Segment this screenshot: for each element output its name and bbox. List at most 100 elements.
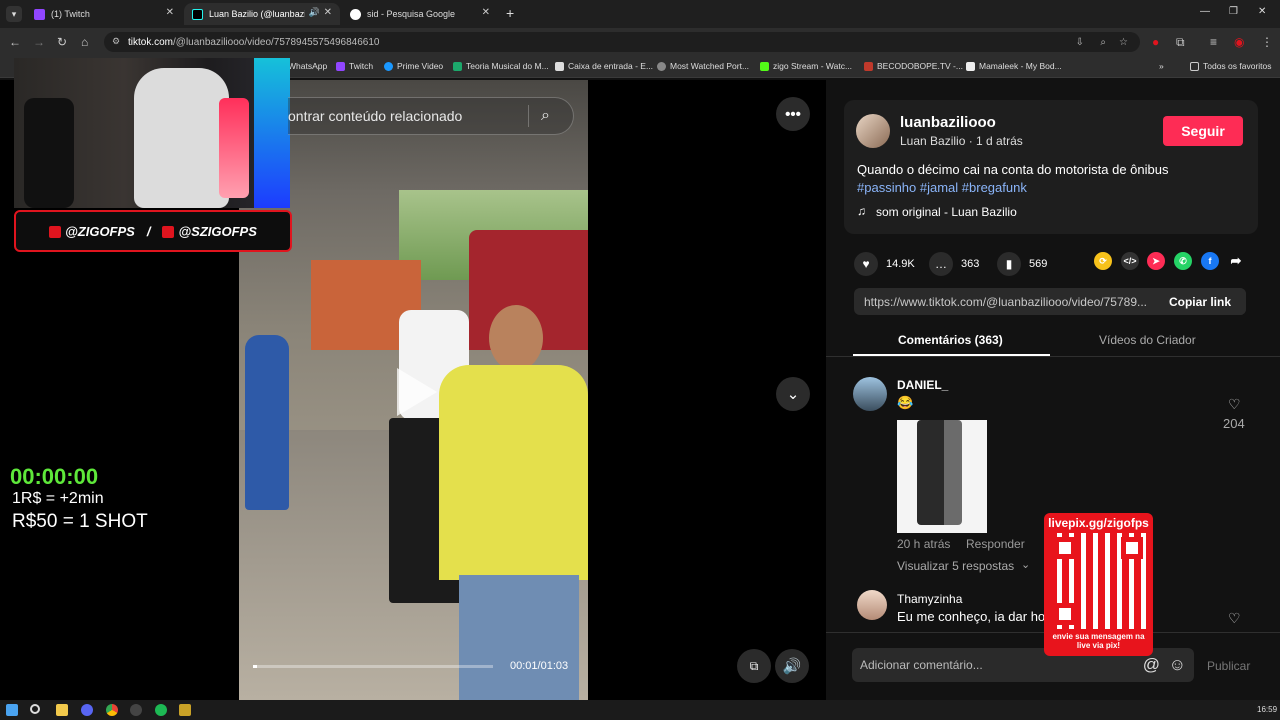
zoom-icon[interactable]: ⌕ <box>1100 37 1106 48</box>
volume-button[interactable]: 🔊 <box>775 649 809 683</box>
commenter-name[interactable]: DANIEL_ <box>897 378 948 392</box>
view-replies-button[interactable]: Visualizar 5 respostas <box>897 559 1014 573</box>
emoji-icon[interactable]: ☺ <box>1169 655 1186 675</box>
share-icon[interactable]: ➦ <box>1227 252 1245 270</box>
bookmark-icon: ▮ <box>997 252 1021 276</box>
speaker-icon[interactable]: 🔊 <box>309 7 320 18</box>
gaming-chair <box>24 98 74 208</box>
twitch-icon <box>34 8 45 20</box>
discord-icon[interactable] <box>81 704 93 716</box>
install-icon[interactable]: ⇩ <box>1076 37 1084 48</box>
bookmark-teoria-musical[interactable]: Teoria Musical do M... <box>453 61 549 71</box>
extension-red-icon[interactable]: ● <box>1152 35 1159 49</box>
bookmark-mamaleek[interactable]: Mamaleek - My Bod... <box>966 61 1062 71</box>
mention-icon[interactable]: @ <box>1143 655 1160 675</box>
windows-start-icon[interactable] <box>6 704 18 716</box>
search-divider <box>528 105 529 127</box>
close-window-icon[interactable]: ✕ <box>1258 6 1266 17</box>
new-tab-button[interactable]: + <box>506 5 514 21</box>
url-path: /@luanbaziliooo/video/757894557549684661… <box>173 36 380 48</box>
qr-corner <box>1054 603 1076 625</box>
all-bookmarks[interactable]: Todos os favoritos <box>1190 61 1272 71</box>
progress-track[interactable] <box>253 665 493 668</box>
post-sound[interactable]: som original - Luan Bazilio <box>876 205 1017 219</box>
floating-player-button[interactable]: ⧉ <box>737 649 771 683</box>
forward-icon[interactable]: → <box>33 35 45 49</box>
like-action[interactable]: ♥ 14.9K <box>854 252 915 276</box>
led-light <box>219 98 249 198</box>
tab-google[interactable]: sid - Pesquisa Google ✕ <box>342 3 498 25</box>
facebook-icon[interactable]: f <box>1201 252 1219 270</box>
send-icon[interactable]: ➤ <box>1147 252 1165 270</box>
bookmarks-overflow-icon[interactable]: » <box>1159 61 1164 71</box>
profile-avatar-icon[interactable]: ◉ <box>1234 35 1244 49</box>
twitch-icon <box>336 61 345 71</box>
spotify-icon[interactable] <box>155 704 167 716</box>
back-icon[interactable]: ← <box>9 35 21 49</box>
copy-link-button[interactable]: Copiar link <box>1154 288 1246 315</box>
media-control-icon[interactable]: ≡ <box>1210 35 1217 49</box>
chevron-down-icon[interactable]: ⌄ <box>1021 558 1030 571</box>
commenter-avatar[interactable] <box>853 377 887 411</box>
bookmark-prime-video[interactable]: Prime Video <box>384 61 443 71</box>
file-explorer-icon[interactable] <box>56 704 68 716</box>
mail-icon <box>555 61 564 71</box>
tab-comments[interactable]: Comentários (363) <box>898 333 1003 347</box>
tab-tiktok[interactable]: Luan Bazilio (@luanbazilio 🔊 ✕ <box>184 3 340 25</box>
repost-icon[interactable]: ⟳ <box>1094 252 1112 270</box>
minimize-icon[interactable]: — <box>1200 6 1210 17</box>
search-related[interactable]: ontrar conteúdo relacionado ⌕ <box>288 97 574 135</box>
post-hashtags[interactable]: #passinho #jamal #bregafunk <box>857 180 1027 195</box>
obs-icon[interactable] <box>130 704 142 716</box>
share-link-box[interactable]: https://www.tiktok.com/@luanbaziliooo/vi… <box>854 288 1246 315</box>
qr-corner <box>1121 537 1143 559</box>
bookmark-most-watched[interactable]: Most Watched Port... <box>657 61 749 71</box>
tab-twitch[interactable]: (1) Twitch ✕ <box>26 3 182 25</box>
home-icon[interactable]: ⌂ <box>81 35 88 49</box>
search-icon[interactable] <box>30 704 40 714</box>
search-input[interactable]: ontrar conteúdo relacionado <box>288 108 528 124</box>
bookmark-zigo-stream[interactable]: zigo Stream - Watc... <box>760 61 852 71</box>
commenter-avatar[interactable] <box>857 590 887 620</box>
star-icon[interactable]: ☆ <box>1119 37 1128 48</box>
embed-icon[interactable]: </> <box>1121 252 1139 270</box>
tab-search-button[interactable]: ▾ <box>6 6 22 22</box>
donation-rule-shot: R$50 = 1 SHOT <box>12 511 148 532</box>
address-bar[interactable]: ⚙ tiktok.com/@luanbaziliooo/video/757894… <box>104 32 1140 52</box>
comment-like-icon[interactable]: ♡ <box>1228 610 1241 627</box>
app-icon[interactable] <box>179 704 191 716</box>
more-options-button[interactable]: ••• <box>776 97 810 131</box>
site-info-icon[interactable]: ⚙ <box>112 36 120 47</box>
restore-icon[interactable]: ❐ <box>1229 6 1238 17</box>
author-username[interactable]: luanbaziliooo <box>900 114 996 131</box>
next-video-button[interactable]: ⌄ <box>776 377 810 411</box>
chrome-icon[interactable] <box>106 704 118 716</box>
reply-button[interactable]: Responder <box>966 537 1025 551</box>
tiktok-icon <box>192 8 203 20</box>
video-player[interactable]: 00:01/01:03 <box>239 80 588 700</box>
close-icon[interactable]: ✕ <box>324 7 332 18</box>
bookmark-twitch[interactable]: Twitch <box>336 61 373 71</box>
play-button-icon[interactable] <box>397 368 437 416</box>
bookmark-caixa-entrada[interactable]: Caixa de entrada - E... <box>555 61 653 71</box>
menu-icon[interactable]: ⋮ <box>1261 35 1273 49</box>
save-action[interactable]: ▮ 569 <box>997 252 1047 276</box>
search-icon[interactable]: ⌕ <box>541 107 550 125</box>
close-icon[interactable]: ✕ <box>482 7 490 18</box>
bookmark-becodobope[interactable]: BECODOBOPE.TV -... <box>864 61 963 71</box>
reload-icon[interactable]: ↻ <box>57 35 67 49</box>
author-avatar[interactable] <box>856 114 890 148</box>
publish-button[interactable]: Publicar <box>1207 659 1250 673</box>
whatsapp-icon[interactable]: ✆ <box>1174 252 1192 270</box>
comment-like-icon[interactable]: ♡ <box>1228 396 1241 413</box>
tab-creator-videos[interactable]: Vídeos do Criador <box>1099 333 1196 347</box>
bookmark-whatsapp[interactable]: WhatsApp <box>288 61 327 71</box>
comment-count: 363 <box>961 258 980 270</box>
commenter-name[interactable]: Thamyzinha <box>897 592 962 606</box>
google-icon <box>350 8 361 20</box>
close-icon[interactable]: ✕ <box>166 7 174 18</box>
instagram-handle: @SZIGOFPS <box>162 224 257 239</box>
comment-action[interactable]: … 363 <box>929 252 979 276</box>
extensions-icon[interactable]: ⧉ <box>1176 35 1185 50</box>
follow-button[interactable]: Seguir <box>1163 116 1243 146</box>
